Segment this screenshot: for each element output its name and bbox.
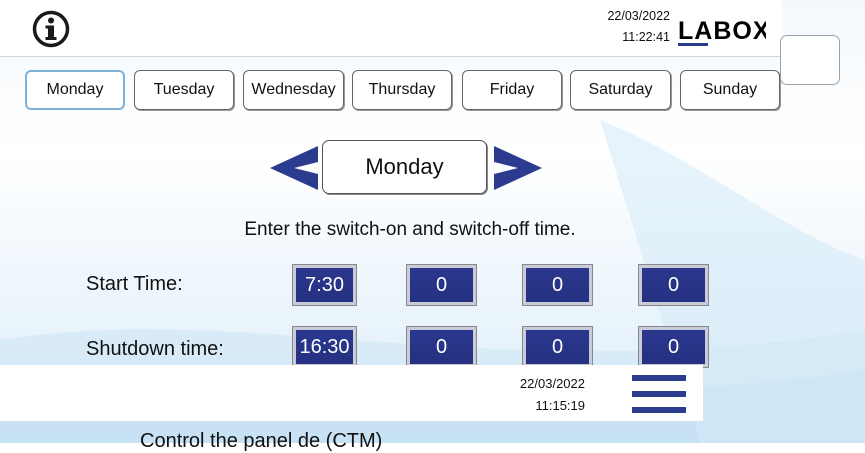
header-date: 22/03/2022 (607, 9, 670, 23)
tab-saturday[interactable]: Saturday (570, 70, 671, 110)
shutdown-time-slot-2[interactable]: 0 (406, 326, 477, 368)
header-time: 11:22:41 (622, 30, 670, 44)
chevron-right-icon[interactable] (492, 142, 544, 194)
footer-date: 22/03/2022 (519, 376, 585, 391)
tab-label: Tuesday (153, 81, 215, 98)
current-day-label: Monday (365, 154, 444, 179)
shutdown-time-slot-3[interactable]: 0 (522, 326, 593, 368)
start-time-slot-2[interactable]: 0 (406, 264, 477, 306)
start-time-slot-1[interactable]: 7:30 (292, 264, 357, 306)
slot-value: 0 (435, 335, 448, 358)
labox-logo: LABOX (678, 17, 766, 46)
tab-thursday[interactable]: Thursday (352, 70, 452, 110)
tab-label: Sunday (702, 81, 758, 98)
shutdown-time-slot-4[interactable]: 0 (638, 326, 709, 368)
slot-value: 0 (435, 273, 448, 296)
tab-label: Friday (489, 81, 535, 98)
top-bar: 22/03/2022 11:22:41 LABOX (0, 0, 782, 57)
start-time-label: Start Time: (86, 273, 183, 295)
overlay-panel-edge (780, 35, 840, 85)
tab-label: Saturday (588, 81, 653, 98)
slot-value: 0 (551, 273, 564, 296)
shutdown-time-slot-1[interactable]: 16:30 (292, 326, 357, 368)
tab-friday[interactable]: Friday (462, 70, 562, 110)
start-time-slot-3[interactable]: 0 (522, 264, 593, 306)
slot-value: 16:30 (299, 335, 350, 358)
tab-label: Thursday (368, 81, 436, 98)
tab-sunday[interactable]: Sunday (680, 70, 780, 110)
instruction-text: Enter the switch-on and switch-off time. (244, 219, 576, 240)
shutdown-time-label: Shutdown time: (86, 338, 224, 360)
tab-monday[interactable]: Monday (25, 70, 125, 110)
caption-text: Control the panel de (CTM) (140, 430, 383, 452)
slot-value: 0 (667, 335, 680, 358)
footer-bar: 22/03/2022 11:15:19 (0, 365, 703, 421)
tab-label: Monday (46, 81, 104, 98)
tab-label: Wednesday (251, 81, 336, 98)
hamburger-menu-icon[interactable] (632, 375, 686, 413)
footer-time: 11:15:19 (535, 398, 585, 413)
current-day-display: Monday (322, 140, 487, 194)
slot-value: 0 (667, 273, 680, 296)
info-icon[interactable] (32, 10, 70, 48)
logo-text: LABOX (678, 17, 766, 45)
tab-tuesday[interactable]: Tuesday (134, 70, 234, 110)
chevron-left-icon[interactable] (268, 142, 320, 194)
start-time-slot-4[interactable]: 0 (638, 264, 709, 306)
slot-value: 7:30 (305, 273, 344, 296)
tab-wednesday[interactable]: Wednesday (243, 70, 344, 110)
slot-value: 0 (551, 335, 564, 358)
